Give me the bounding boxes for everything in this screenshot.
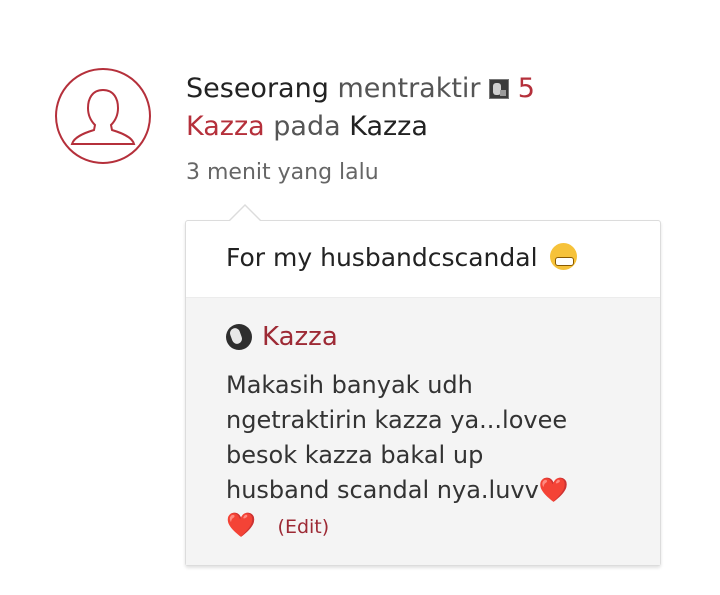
quantity-link[interactable]: 5 [518,73,535,104]
reply-line-3: besok kazza bakal up [226,441,484,469]
reply-author[interactable]: Kazza [226,322,338,352]
actor-name: Seseorang [186,73,329,104]
verb-text: mentraktir [337,73,481,104]
notification-headline: Seseorang mentraktir 5 Kazza pada Kazza [186,70,656,146]
timestamp: 3 menit yang lalu [186,160,379,185]
target-link[interactable]: Kazza [349,111,428,142]
gift-message-text: For my husbandcscandal [226,243,538,272]
reply-line-2: ngetraktirin kazza ya...lovee [226,406,568,434]
reply-author-name[interactable]: Kazza [262,322,338,352]
author-avatar-icon [226,324,252,350]
item-link[interactable]: Kazza [186,111,265,142]
edit-link[interactable]: (Edit) [278,516,330,538]
item-thumbnail-icon [489,79,510,99]
reply-body: Makasih banyak udh ngetraktirin kazza ya… [226,368,626,545]
person-placeholder-icon [70,88,136,145]
preposition-text: pada [273,111,341,142]
gift-message: For my husbandcscandal [226,243,577,272]
reply-line-1: Makasih banyak udh [226,371,473,399]
reply-line-4: husband scandal nya.luvv [226,476,539,504]
grinning-face-icon [549,243,577,270]
user-avatar[interactable] [55,68,151,164]
heart-icon-2: ❤️ [226,511,256,539]
card-caret-fill [229,206,261,222]
reply-section: Kazza Makasih banyak udh ngetraktirin ka… [186,297,660,565]
heart-icon: ❤️ [538,476,569,504]
comment-card: For my husbandcscandal Kazza Makasih ban… [185,204,661,566]
